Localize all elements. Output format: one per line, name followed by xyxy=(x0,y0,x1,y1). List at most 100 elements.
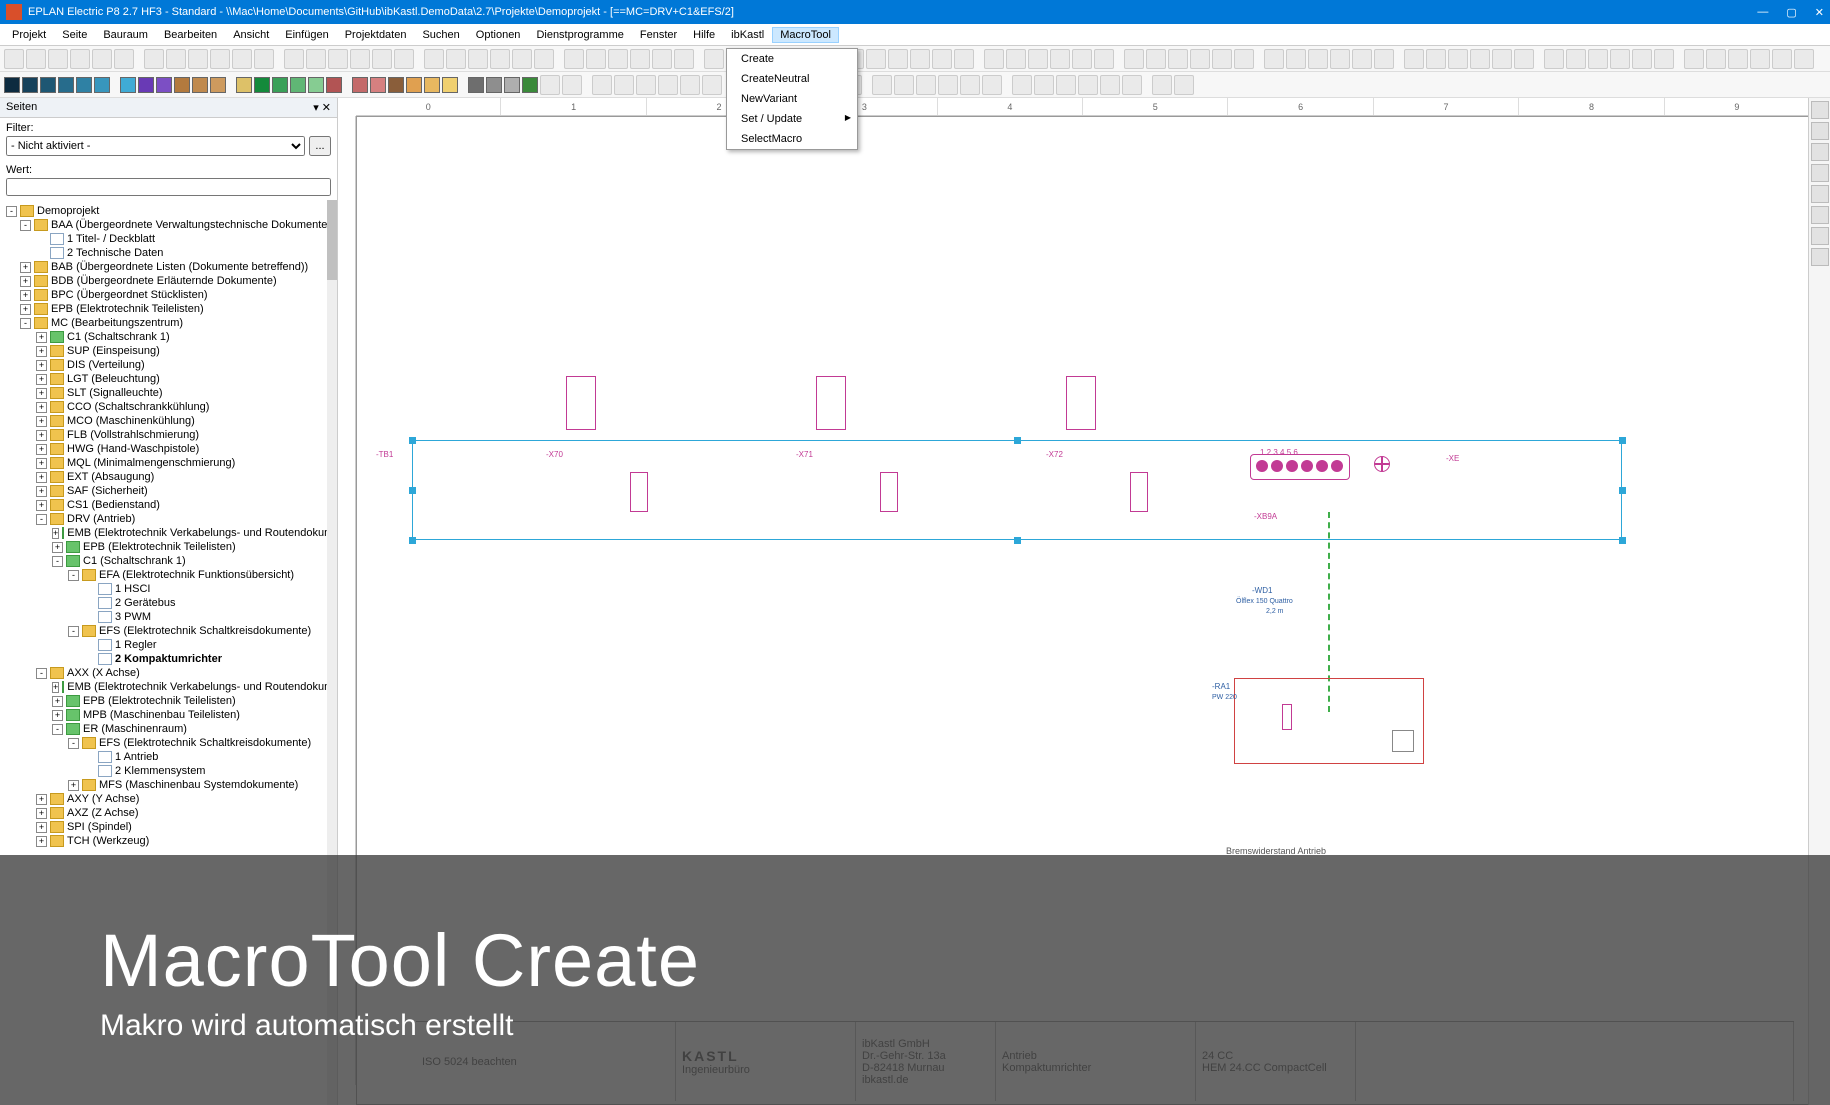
tree-node[interactable]: -EFS (Elektrotechnik Schaltkreisdokument… xyxy=(2,736,335,750)
toolbar-button[interactable] xyxy=(1374,49,1394,69)
toolbar-button[interactable] xyxy=(1426,49,1446,69)
menu-hilfe[interactable]: Hilfe xyxy=(685,27,723,43)
toolbar-button[interactable] xyxy=(144,49,164,69)
tree-node[interactable]: +EMB (Elektrotechnik Verkabelungs- und R… xyxy=(2,680,335,694)
menu-bauraum[interactable]: Bauraum xyxy=(95,27,156,43)
tree-node[interactable]: +SAF (Sicherheit) xyxy=(2,484,335,498)
toolbar-button[interactable] xyxy=(210,49,230,69)
dropdown-createneutral[interactable]: CreateNeutral xyxy=(727,69,857,89)
tree-node[interactable]: -EFS (Elektrotechnik Schaltkreisdokument… xyxy=(2,624,335,638)
toolbar-button[interactable] xyxy=(1632,49,1652,69)
toolbar-button[interactable] xyxy=(1566,49,1586,69)
toolbar-button[interactable] xyxy=(1050,49,1070,69)
toolbar-button[interactable] xyxy=(608,49,628,69)
toolbar-button[interactable] xyxy=(1514,49,1534,69)
toolbar-button[interactable] xyxy=(1492,49,1512,69)
tree-node[interactable]: +LGT (Beleuchtung) xyxy=(2,372,335,386)
tree-node[interactable]: 2 Technische Daten xyxy=(2,246,335,260)
menu-bearbeiten[interactable]: Bearbeiten xyxy=(156,27,225,43)
toolbar-button[interactable] xyxy=(166,49,186,69)
toolbar-button[interactable] xyxy=(1728,49,1748,69)
toolbar-button[interactable] xyxy=(40,77,56,93)
menu-macrotool[interactable]: MacroTool xyxy=(772,27,839,43)
tree-node[interactable]: -EFA (Elektrotechnik Funktionsübersicht) xyxy=(2,568,335,582)
toolbar-button[interactable] xyxy=(352,77,368,93)
toolbar-button[interactable] xyxy=(468,49,488,69)
toolbar-button[interactable] xyxy=(704,49,724,69)
toolbar-button[interactable] xyxy=(614,75,634,95)
tree-node[interactable]: +MFS (Maschinenbau Systemdokumente) xyxy=(2,778,335,792)
toolbar-button[interactable] xyxy=(26,49,46,69)
filter-select[interactable]: - Nicht aktiviert - xyxy=(6,136,305,156)
toolbar-button[interactable] xyxy=(1124,49,1144,69)
toolbar-button[interactable] xyxy=(674,49,694,69)
toolbar-button[interactable] xyxy=(960,75,980,95)
selection-rect[interactable] xyxy=(412,440,1622,540)
tool-icon[interactable] xyxy=(1811,185,1829,203)
toolbar-button[interactable] xyxy=(232,49,252,69)
tree-node[interactable]: +SPI (Spindel) xyxy=(2,820,335,834)
dropdown-newvariant[interactable]: NewVariant xyxy=(727,89,857,109)
toolbar-button[interactable] xyxy=(910,49,930,69)
toolbar-button[interactable] xyxy=(866,49,886,69)
toolbar-button[interactable] xyxy=(504,77,520,93)
tree-node[interactable]: 2 Kompaktumrichter xyxy=(2,652,335,666)
tool-icon[interactable] xyxy=(1811,122,1829,140)
toolbar-button[interactable] xyxy=(888,49,908,69)
toolbar-button[interactable] xyxy=(1028,49,1048,69)
tree-node[interactable]: +BPC (Übergeordnet Stücklisten) xyxy=(2,288,335,302)
wert-input[interactable] xyxy=(6,178,331,196)
tree-node[interactable]: 3 PWM xyxy=(2,610,335,624)
toolbar-button[interactable] xyxy=(92,49,112,69)
toolbar-button[interactable] xyxy=(188,49,208,69)
toolbar-button[interactable] xyxy=(1174,75,1194,95)
toolbar-button[interactable] xyxy=(308,77,324,93)
toolbar-button[interactable] xyxy=(1706,49,1726,69)
toolbar-button[interactable] xyxy=(534,49,554,69)
toolbar-button[interactable] xyxy=(1094,49,1114,69)
toolbar-button[interactable] xyxy=(370,77,386,93)
toolbar-button[interactable] xyxy=(1122,75,1142,95)
tree-node[interactable]: 1 HSCI xyxy=(2,582,335,596)
toolbar-button[interactable] xyxy=(306,49,326,69)
toolbar-button[interactable] xyxy=(984,49,1004,69)
menu-dienstprogramme[interactable]: Dienstprogramme xyxy=(528,27,631,43)
toolbar-button[interactable] xyxy=(1012,75,1032,95)
menu-fenster[interactable]: Fenster xyxy=(632,27,685,43)
toolbar-button[interactable] xyxy=(406,77,422,93)
toolbar-button[interactable] xyxy=(394,49,414,69)
toolbar-button[interactable] xyxy=(48,49,68,69)
tree-node[interactable]: 2 Klemmensystem xyxy=(2,764,335,778)
toolbar-button[interactable] xyxy=(540,75,560,95)
toolbar-button[interactable] xyxy=(76,77,92,93)
toolbar-button[interactable] xyxy=(1006,49,1026,69)
toolbar-button[interactable] xyxy=(1286,49,1306,69)
tree-node[interactable]: +FLB (Vollstrahlschmierung) xyxy=(2,428,335,442)
tree-node[interactable]: +AXZ (Z Achse) xyxy=(2,806,335,820)
tree-node[interactable]: +BAB (Übergeordnete Listen (Dokumente be… xyxy=(2,260,335,274)
menu-einfügen[interactable]: Einfügen xyxy=(277,27,336,43)
toolbar-button[interactable] xyxy=(1308,49,1328,69)
toolbar-button[interactable] xyxy=(702,75,722,95)
tree-node[interactable]: -Demoprojekt xyxy=(2,204,335,218)
close-button[interactable]: ✕ xyxy=(1815,6,1824,19)
toolbar-button[interactable] xyxy=(1212,49,1232,69)
toolbar-button[interactable] xyxy=(1610,49,1630,69)
toolbar-button[interactable] xyxy=(254,77,270,93)
toolbar-button[interactable] xyxy=(210,77,226,93)
toolbar-button[interactable] xyxy=(156,77,172,93)
toolbar-button[interactable] xyxy=(254,49,274,69)
toolbar-button[interactable] xyxy=(4,49,24,69)
toolbar-button[interactable] xyxy=(58,77,74,93)
toolbar-button[interactable] xyxy=(1352,49,1372,69)
tree-node[interactable]: +C1 (Schaltschrank 1) xyxy=(2,330,335,344)
tree-node[interactable]: +TCH (Werkzeug) xyxy=(2,834,335,848)
menu-ibkastl[interactable]: ibKastl xyxy=(723,27,772,43)
toolbar-button[interactable] xyxy=(932,49,952,69)
tool-icon[interactable] xyxy=(1811,248,1829,266)
tree-node[interactable]: +MCO (Maschinenkühlung) xyxy=(2,414,335,428)
menu-ansicht[interactable]: Ansicht xyxy=(225,27,277,43)
minimize-button[interactable]: — xyxy=(1757,6,1768,19)
toolbar-button[interactable] xyxy=(1168,49,1188,69)
tree-node[interactable]: -BAA (Übergeordnete Verwaltungstechnisch… xyxy=(2,218,335,232)
